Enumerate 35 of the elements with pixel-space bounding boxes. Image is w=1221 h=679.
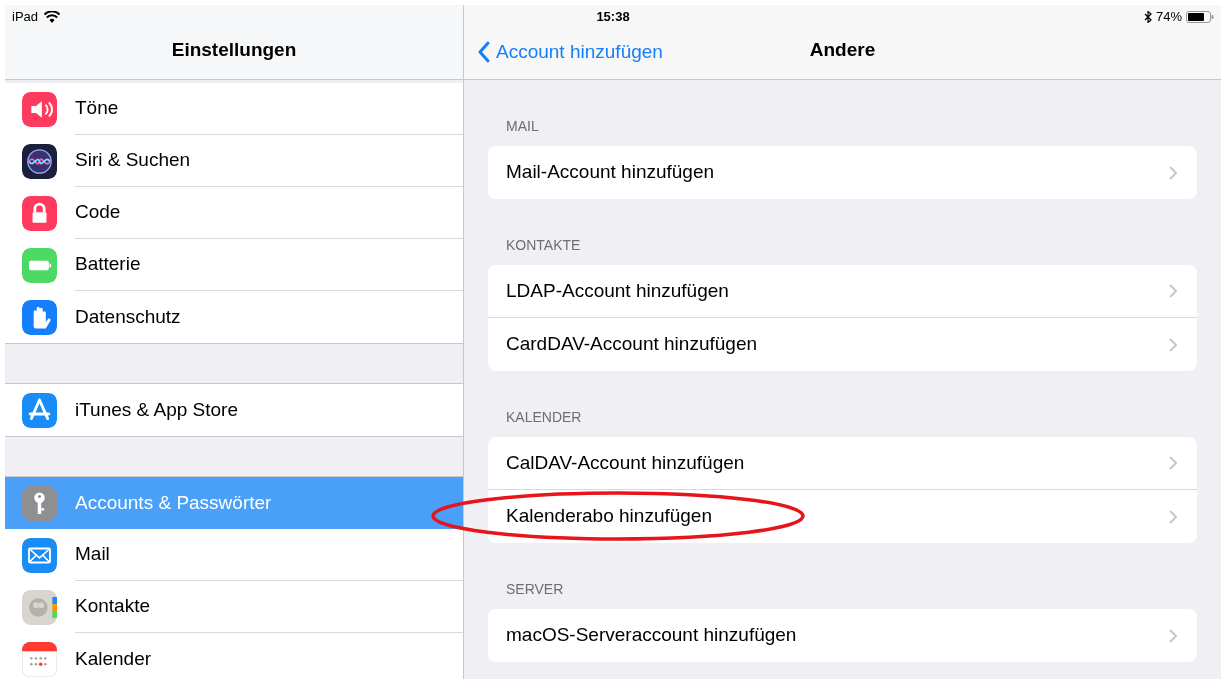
back-button[interactable]: Account hinzufügen [478,37,663,66]
account-type-row[interactable]: macOS-Serveraccount hinzufügen [488,609,1197,662]
account-type-row[interactable]: Mail-Account hinzufügen [488,146,1197,199]
bluetooth-icon [1143,11,1152,23]
section-header: KALENDER [505,408,582,427]
detail-title: Andere [809,37,876,62]
section-header: KONTAKTE [505,236,581,255]
wifi-icon [44,11,61,23]
chevron-right-icon [1169,337,1177,352]
calendar-icon [22,641,57,677]
account-type-row[interactable]: Kalenderabo hinzufügen [488,490,1197,543]
hand-icon [22,299,57,335]
battery-icon [22,247,57,283]
account-type-row[interactable]: CalDAV-Account hinzufügen [488,437,1197,490]
back-chevron-icon [478,40,490,63]
chevron-right-icon [1169,165,1177,180]
battery-percent: 74% [1155,8,1182,27]
chevron-right-icon [1169,509,1177,524]
lock-icon [22,195,57,231]
device-name: iPad [12,8,39,27]
chevron-right-icon [1169,284,1177,298]
key-icon [22,485,57,521]
section-header: SERVER [505,580,564,599]
speaker-icon [22,91,57,127]
account-type-row[interactable]: CardDAV-Account hinzufügen [488,318,1197,371]
sidebar-title: Einstellungen [171,37,297,62]
account-type-row[interactable]: LDAP-Account hinzufügen [488,265,1197,318]
app-store-icon [22,392,57,428]
clock-time: 15:38 [596,8,630,27]
section-header: MAIL [505,117,539,136]
contacts-icon [22,589,57,625]
envelope-icon [22,537,57,573]
chevron-right-icon [1169,456,1177,470]
chevron-right-icon [1169,628,1177,643]
battery-icon [1186,11,1214,23]
